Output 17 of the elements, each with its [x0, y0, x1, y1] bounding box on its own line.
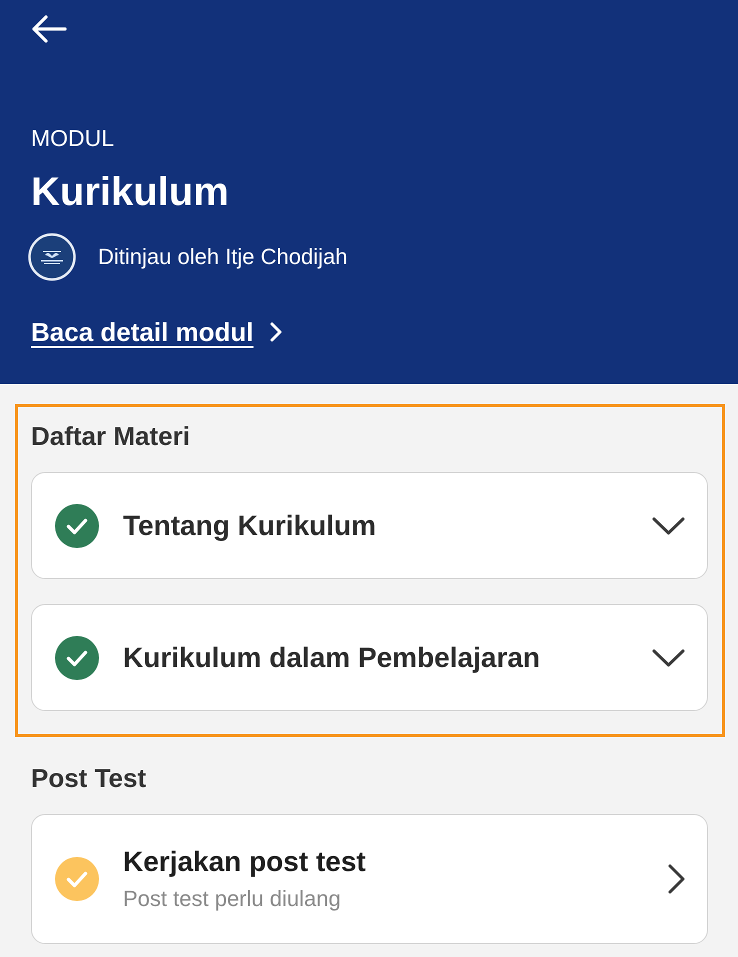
item-title: Kerjakan post test: [123, 845, 367, 879]
post-test-card[interactable]: Kerjakan post test Post test perlu diulang: [31, 814, 708, 944]
emblem-icon: [28, 233, 76, 281]
item-subtitle: Post test perlu diulang: [123, 885, 342, 913]
module-detail-link[interactable]: Baca detail modul: [31, 315, 282, 349]
section-heading: Post Test: [31, 762, 148, 794]
module-label: MODUL: [31, 124, 114, 152]
material-accordion[interactable]: Kurikulum dalam Pembelajaran: [31, 604, 708, 711]
item-title: Tentang Kurikulum: [123, 508, 378, 542]
material-accordion[interactable]: Tentang Kurikulum: [31, 472, 708, 579]
section-heading: Daftar Materi: [31, 420, 191, 452]
chevron-right-icon: [668, 864, 685, 894]
module-title: Kurikulum: [31, 169, 229, 216]
back-arrow-icon: [31, 14, 67, 44]
chevron-right-icon: [270, 322, 282, 342]
reviewer-text: Ditinjau oleh Itje Chodijah: [98, 243, 348, 271]
item-title: Kurikulum dalam Pembelajaran: [123, 640, 542, 674]
